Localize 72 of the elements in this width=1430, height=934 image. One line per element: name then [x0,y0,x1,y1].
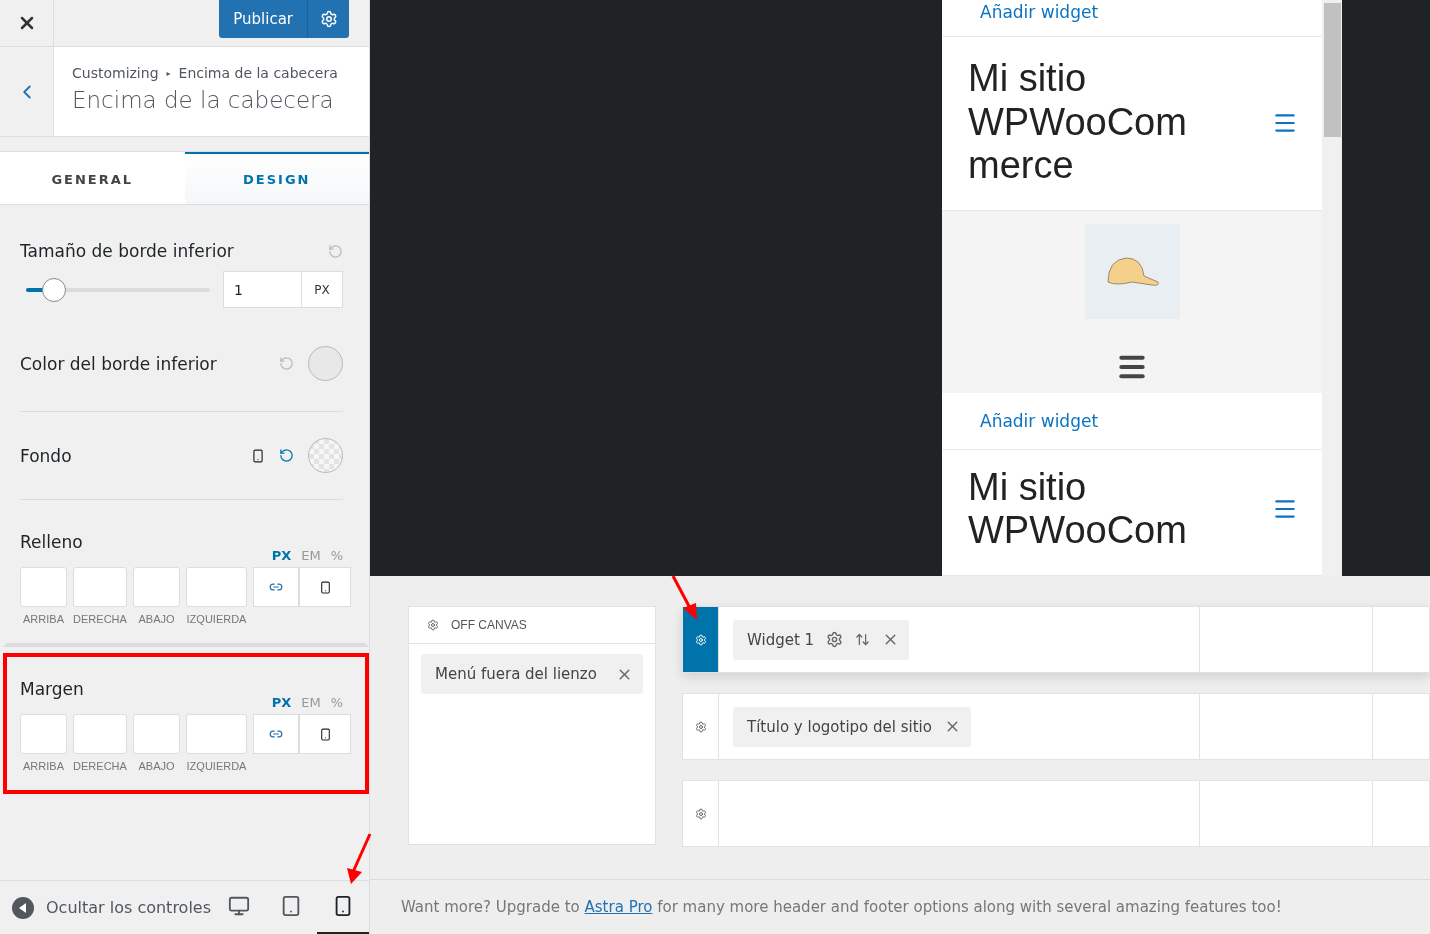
control-label: Relleno [20,532,84,552]
link-icon [269,727,283,741]
color-swatch[interactable] [308,346,343,381]
annotation-arrow [670,574,700,620]
spacing-input[interactable] [73,714,127,754]
tab[interactable]: DESIGN [184,152,369,204]
control-label: Color del borde inferior [20,353,217,374]
number-field[interactable]: 1 PX [223,271,343,308]
side-label: IZQUIERDA [186,760,247,772]
element-chip[interactable]: Menú fuera del lienzo [421,654,643,694]
unit-option[interactable]: PX [271,548,292,563]
desktop-icon [228,895,250,917]
control-label: Tamaño de borde inferior [20,241,234,261]
publish-button[interactable]: Publicar [219,0,307,38]
side-label: ABAJO [137,613,176,625]
site-title: Mi sitio WPWooCommerce [968,57,1188,189]
reset-icon[interactable] [279,448,294,463]
unit-option[interactable]: % [330,695,343,710]
side-label: DERECHA [73,613,127,625]
breadcrumb-item: Customizing [72,65,159,81]
builder-row[interactable]: Widget 1 [682,606,1430,673]
control-label: Fondo [20,445,72,466]
mobile-icon[interactable] [251,448,265,463]
hide-controls-button[interactable]: Ocultar los controles [12,896,213,919]
tablet-icon [280,895,302,917]
side-label: IZQUIERDA [186,613,247,625]
unit-option[interactable]: PX [271,695,292,710]
side-label: ARRIBA [22,613,65,625]
mobile-icon [318,727,332,741]
side-label: ARRIBA [22,760,65,772]
side-label: DERECHA [73,760,127,772]
link-icon [269,580,283,594]
link-values-button[interactable] [253,714,299,754]
builder-row[interactable]: Título y logotipo del sitio [682,693,1430,760]
settings-icon [694,807,707,820]
settings-icon [694,720,707,733]
spacing-input[interactable] [20,567,67,607]
device-button[interactable] [299,567,351,607]
builder-row[interactable] [682,780,1430,847]
mobile-icon [318,580,332,594]
settings-icon[interactable] [427,619,439,631]
spacing-input[interactable] [133,714,180,754]
side-label: ABAJO [137,760,176,772]
spacing-input[interactable] [20,714,67,754]
element-chip[interactable]: Título y logotipo del sitio [733,706,971,747]
device-button[interactable] [299,714,351,754]
upgrade-note: Want more? Upgrade to Astra Pro for many more header and footer options along with several amazing features too! [401,898,1282,916]
settings-icon [694,633,707,646]
section-title: Encima de la cabecera [72,87,335,113]
settings-icon [319,10,338,28]
move-icon[interactable] [855,632,871,647]
breadcrumb-item: Encima de la cabecera [178,65,338,81]
spacing-input[interactable] [186,567,247,607]
panel-title: OFF CANVAS [451,618,527,632]
site-title: Mi sitio WPWooCom [968,465,1188,553]
back-icon [12,896,34,919]
settings-icon[interactable] [826,631,844,648]
control-label: Margen [20,679,85,699]
breadcrumb-separator: ▸ [166,68,171,78]
link-values-button[interactable] [253,567,299,607]
publish-settings-button[interactable] [307,0,349,38]
row-settings-button[interactable] [683,607,719,672]
add-widget-link[interactable]: Añadir widget [980,410,1099,431]
spacing-input[interactable] [133,567,180,607]
add-widget-link[interactable]: Añadir widget [980,2,1099,22]
scrollbar[interactable] [1322,0,1342,576]
spacing-input[interactable] [73,567,127,607]
upgrade-link[interactable]: Astra Pro [584,898,653,916]
spacing-input[interactable] [186,714,247,754]
unit-option[interactable]: % [330,548,343,563]
background-swatch[interactable] [308,438,343,473]
widget-chip[interactable]: Widget 1 [733,619,910,660]
